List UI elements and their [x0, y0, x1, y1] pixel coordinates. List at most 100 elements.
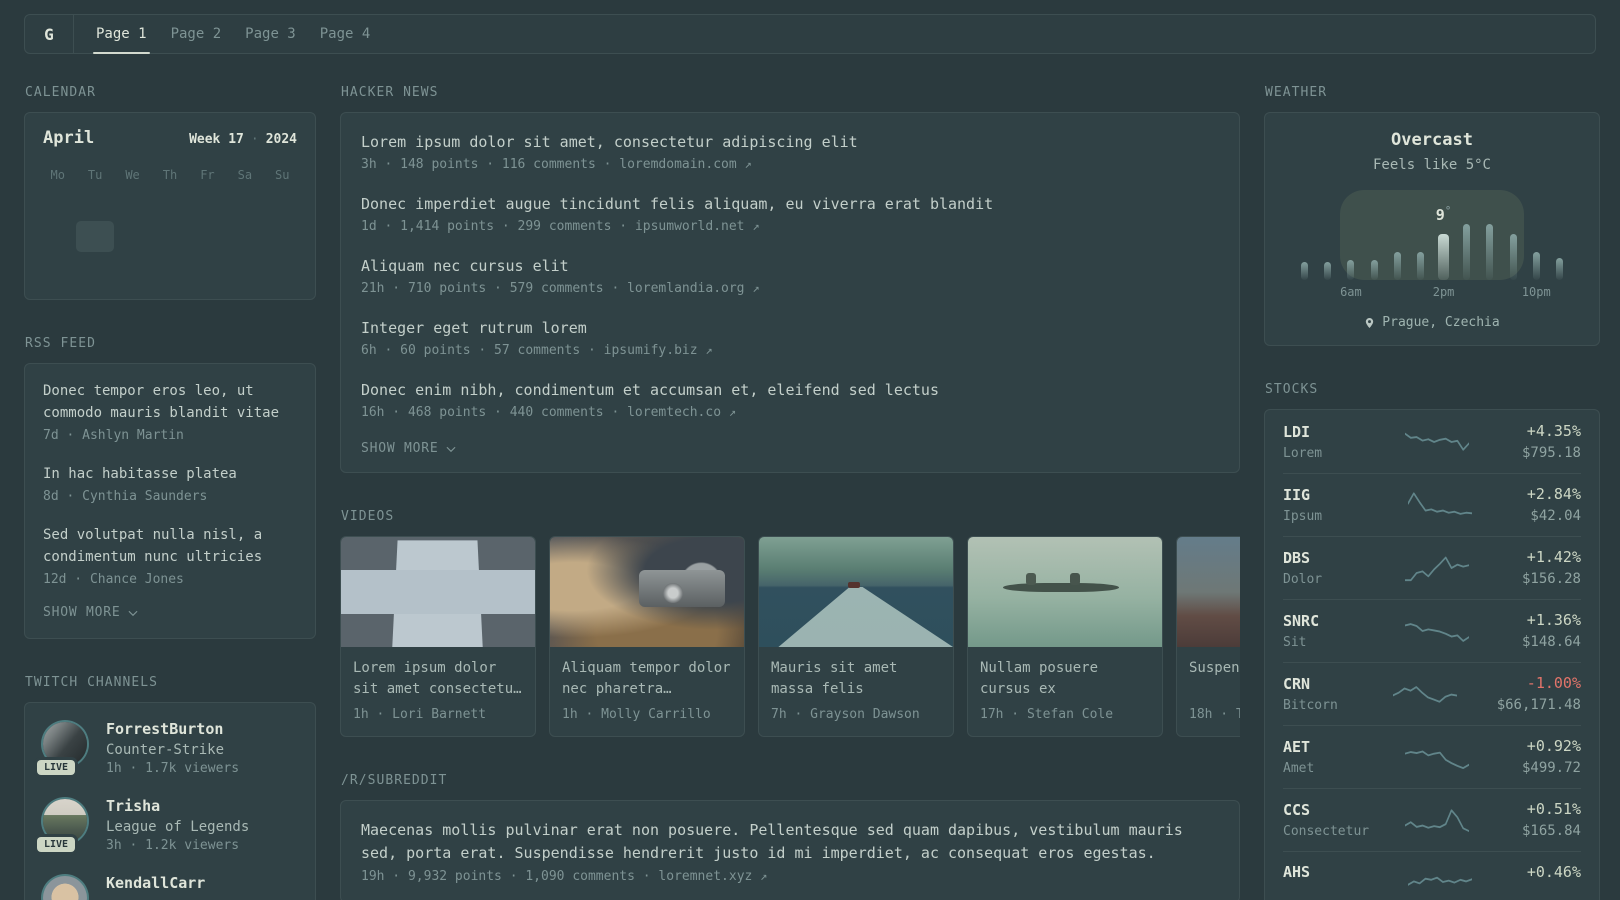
middle-column: HACKER NEWS Lorem ipsum dolor sit amet, …	[340, 85, 1240, 900]
subreddit-post-title[interactable]: Maecenas mollis pulvinar erat non posuer…	[361, 819, 1219, 865]
twitch-widget: LIVE ForrestBurton Counter-Strike 1h · 1…	[24, 702, 316, 900]
video-card[interactable]: Suspendisse diam 18h · Tara	[1176, 536, 1240, 737]
twitch-avatar-wrap	[43, 876, 89, 900]
video-thumbnail[interactable]	[1177, 537, 1240, 647]
video-card[interactable]: Nullam posuere cursus ex 17h · Stefan Co…	[967, 536, 1163, 737]
app-logo[interactable]: G	[25, 15, 73, 53]
nav-tab[interactable]: Page 3	[245, 15, 296, 53]
calendar-day	[76, 252, 113, 283]
video-title[interactable]: Mauris sit amet massa felis	[771, 658, 941, 700]
stock-row[interactable]: IIG Ipsum +2.84% $42.04	[1283, 473, 1581, 536]
weather-condition: Overcast	[1391, 130, 1473, 150]
rss-item-title[interactable]: In hac habitasse platea	[43, 463, 297, 485]
hn-item-title[interactable]: Integer eget rutrum lorem	[361, 317, 1219, 339]
nav-tab[interactable]: Page 2	[171, 15, 222, 53]
video-card[interactable]: Aliquam tempor dolor nec pharetra… 1h · …	[549, 536, 745, 737]
stocks-section-label: STOCKS	[1265, 382, 1319, 397]
hn-item-domain-link[interactable]: loremtech.co	[627, 405, 721, 420]
twitch-channel-name[interactable]: KendallCarr	[106, 874, 205, 892]
twitch-channel[interactable]: LIVE ForrestBurton Counter-Strike 1h · 1…	[37, 720, 297, 776]
hn-item-title[interactable]: Lorem ipsum dolor sit amet, consectetur …	[361, 131, 1219, 153]
nav-tab[interactable]: Page 1	[93, 15, 150, 54]
external-link-icon: ↗	[728, 405, 737, 419]
calendar-weekday: Sa	[237, 168, 253, 182]
video-card[interactable]: Lorem ipsum dolor sit amet consectetu… 1…	[340, 536, 536, 737]
twitch-channel-name[interactable]: Trisha	[106, 797, 249, 815]
stock-price: $148.64	[1521, 634, 1581, 650]
hn-item-meta: 3h · 148 points · 116 comments · loremdo…	[361, 157, 1219, 172]
stock-row[interactable]: CCS Consectetur +0.51% $165.84	[1283, 788, 1581, 851]
stock-symbol[interactable]: SNRC	[1283, 612, 1379, 630]
stock-symbol[interactable]: IIG	[1283, 486, 1379, 504]
calendar-day	[264, 252, 301, 283]
external-link-icon: ↗	[752, 281, 760, 295]
stock-symbol[interactable]: DBS	[1283, 549, 1379, 567]
subreddit-domain-link[interactable]: loremnet.xyz	[658, 869, 752, 884]
stock-symbol[interactable]: AET	[1283, 738, 1379, 756]
live-badge: LIVE	[37, 837, 76, 852]
hn-item-title[interactable]: Donec imperdiet augue tincidunt felis al…	[361, 193, 1219, 215]
video-thumbnail[interactable]	[550, 537, 744, 647]
video-thumbnail[interactable]	[759, 537, 953, 647]
weather-hour-bar	[1370, 260, 1378, 280]
stock-change-percent: -1.00%	[1526, 674, 1581, 692]
hn-item-title[interactable]: Donec enim nibh, condimentum et accumsan…	[361, 379, 1219, 401]
hn-item-domain-link[interactable]: loremdomain.com	[619, 157, 736, 172]
rss-item-title[interactable]: Donec tempor eros leo, ut commodo mauris…	[43, 380, 297, 424]
top-nav: G Page 1 Page 2 Page 3 Page 4	[24, 14, 1596, 54]
video-card[interactable]: Mauris sit amet massa felis 7h · Grayson…	[758, 536, 954, 737]
stock-sparkline-chart	[1405, 556, 1470, 581]
rss-show-more-button[interactable]: SHOW MORE	[43, 605, 297, 620]
live-badge: LIVE	[37, 760, 76, 775]
twitch-section-label: TWITCH CHANNELS	[25, 675, 158, 690]
weather-hour-bar	[1393, 252, 1401, 280]
stock-symbol[interactable]: LDI	[1283, 423, 1379, 441]
video-title[interactable]: Aliquam tempor dolor nec pharetra…	[562, 658, 732, 700]
rss-item-title[interactable]: Sed volutpat nulla nisl, a condimentum n…	[43, 524, 297, 568]
hn-item-domain-link[interactable]: ipsumworld.net	[635, 219, 745, 234]
stock-symbol[interactable]: CCS	[1283, 801, 1379, 819]
calendar-month: April	[43, 128, 95, 148]
calendar-weekday: Su	[275, 168, 290, 182]
stock-row[interactable]: AET Amet +0.92% $499.72	[1283, 725, 1581, 788]
twitch-channel-game[interactable]: Counter-Strike	[106, 742, 239, 758]
twitch-avatar-wrap: LIVE	[37, 722, 89, 775]
stock-row[interactable]: LDI Lorem +4.35% $795.18	[1283, 411, 1581, 473]
twitch-avatar-wrap: LIVE	[37, 799, 89, 852]
stock-row[interactable]: AHS +0.46%	[1283, 851, 1581, 900]
hn-item-meta: 16h · 468 points · 440 comments · loremt…	[361, 405, 1219, 420]
video-title[interactable]: Lorem ipsum dolor sit amet consectetu…	[353, 658, 523, 700]
twitch-channel-name[interactable]: ForrestBurton	[106, 720, 239, 738]
calendar-weekday: Fr	[200, 168, 215, 182]
stock-change-percent: +4.35%	[1526, 422, 1581, 440]
video-title[interactable]: Nullam posuere cursus ex	[980, 658, 1150, 700]
hn-show-more-button[interactable]: SHOW MORE	[361, 441, 1219, 456]
twitch-channel[interactable]: LIVE Trisha League of Legends 3h · 1.2k …	[37, 797, 297, 853]
stock-name	[1283, 886, 1379, 900]
hn-item-title[interactable]: Aliquam nec cursus elit	[361, 255, 1219, 277]
video-thumbnail[interactable]	[968, 537, 1162, 647]
video-thumbnail[interactable]	[341, 537, 535, 647]
twitch-channel-game[interactable]: League of Legends	[106, 819, 249, 835]
hn-item-domain-link[interactable]: ipsumify.biz	[604, 343, 698, 358]
stock-info: CCS Consectetur	[1283, 801, 1379, 839]
video-title[interactable]: Suspendisse diam	[1189, 658, 1240, 700]
stock-symbol[interactable]: AHS	[1283, 863, 1379, 881]
weather-feels-like: Feels like 5°C	[1372, 157, 1491, 173]
twitch-channel[interactable]: KendallCarr	[43, 874, 297, 900]
weather-hour-bar	[1532, 252, 1540, 280]
hn-item-domain-link[interactable]: loremlandia.org	[627, 281, 744, 296]
video-meta: 1h · Molly Carrillo	[562, 707, 711, 722]
nav-tab[interactable]: Page 4	[320, 15, 371, 53]
calendar-widget: April Week 17 · 2024 Mo Tu We Th Fr Sa Su	[24, 112, 316, 300]
stock-row[interactable]: SNRC Sit +1.36% $148.64	[1283, 599, 1581, 662]
video-meta: 18h · Tara	[1189, 707, 1240, 722]
calendar-day	[151, 221, 188, 252]
stock-row[interactable]: CRN Bitcorn -1.00% $66,171.48	[1283, 662, 1581, 725]
avatar[interactable]	[43, 876, 87, 900]
stock-name: Bitcorn	[1283, 697, 1338, 713]
stock-price: $795.18	[1521, 445, 1581, 461]
stock-sparkline-chart	[1407, 876, 1472, 886]
stock-symbol[interactable]: CRN	[1283, 675, 1379, 693]
stock-row[interactable]: DBS Dolor +1.42% $156.28	[1283, 536, 1581, 599]
